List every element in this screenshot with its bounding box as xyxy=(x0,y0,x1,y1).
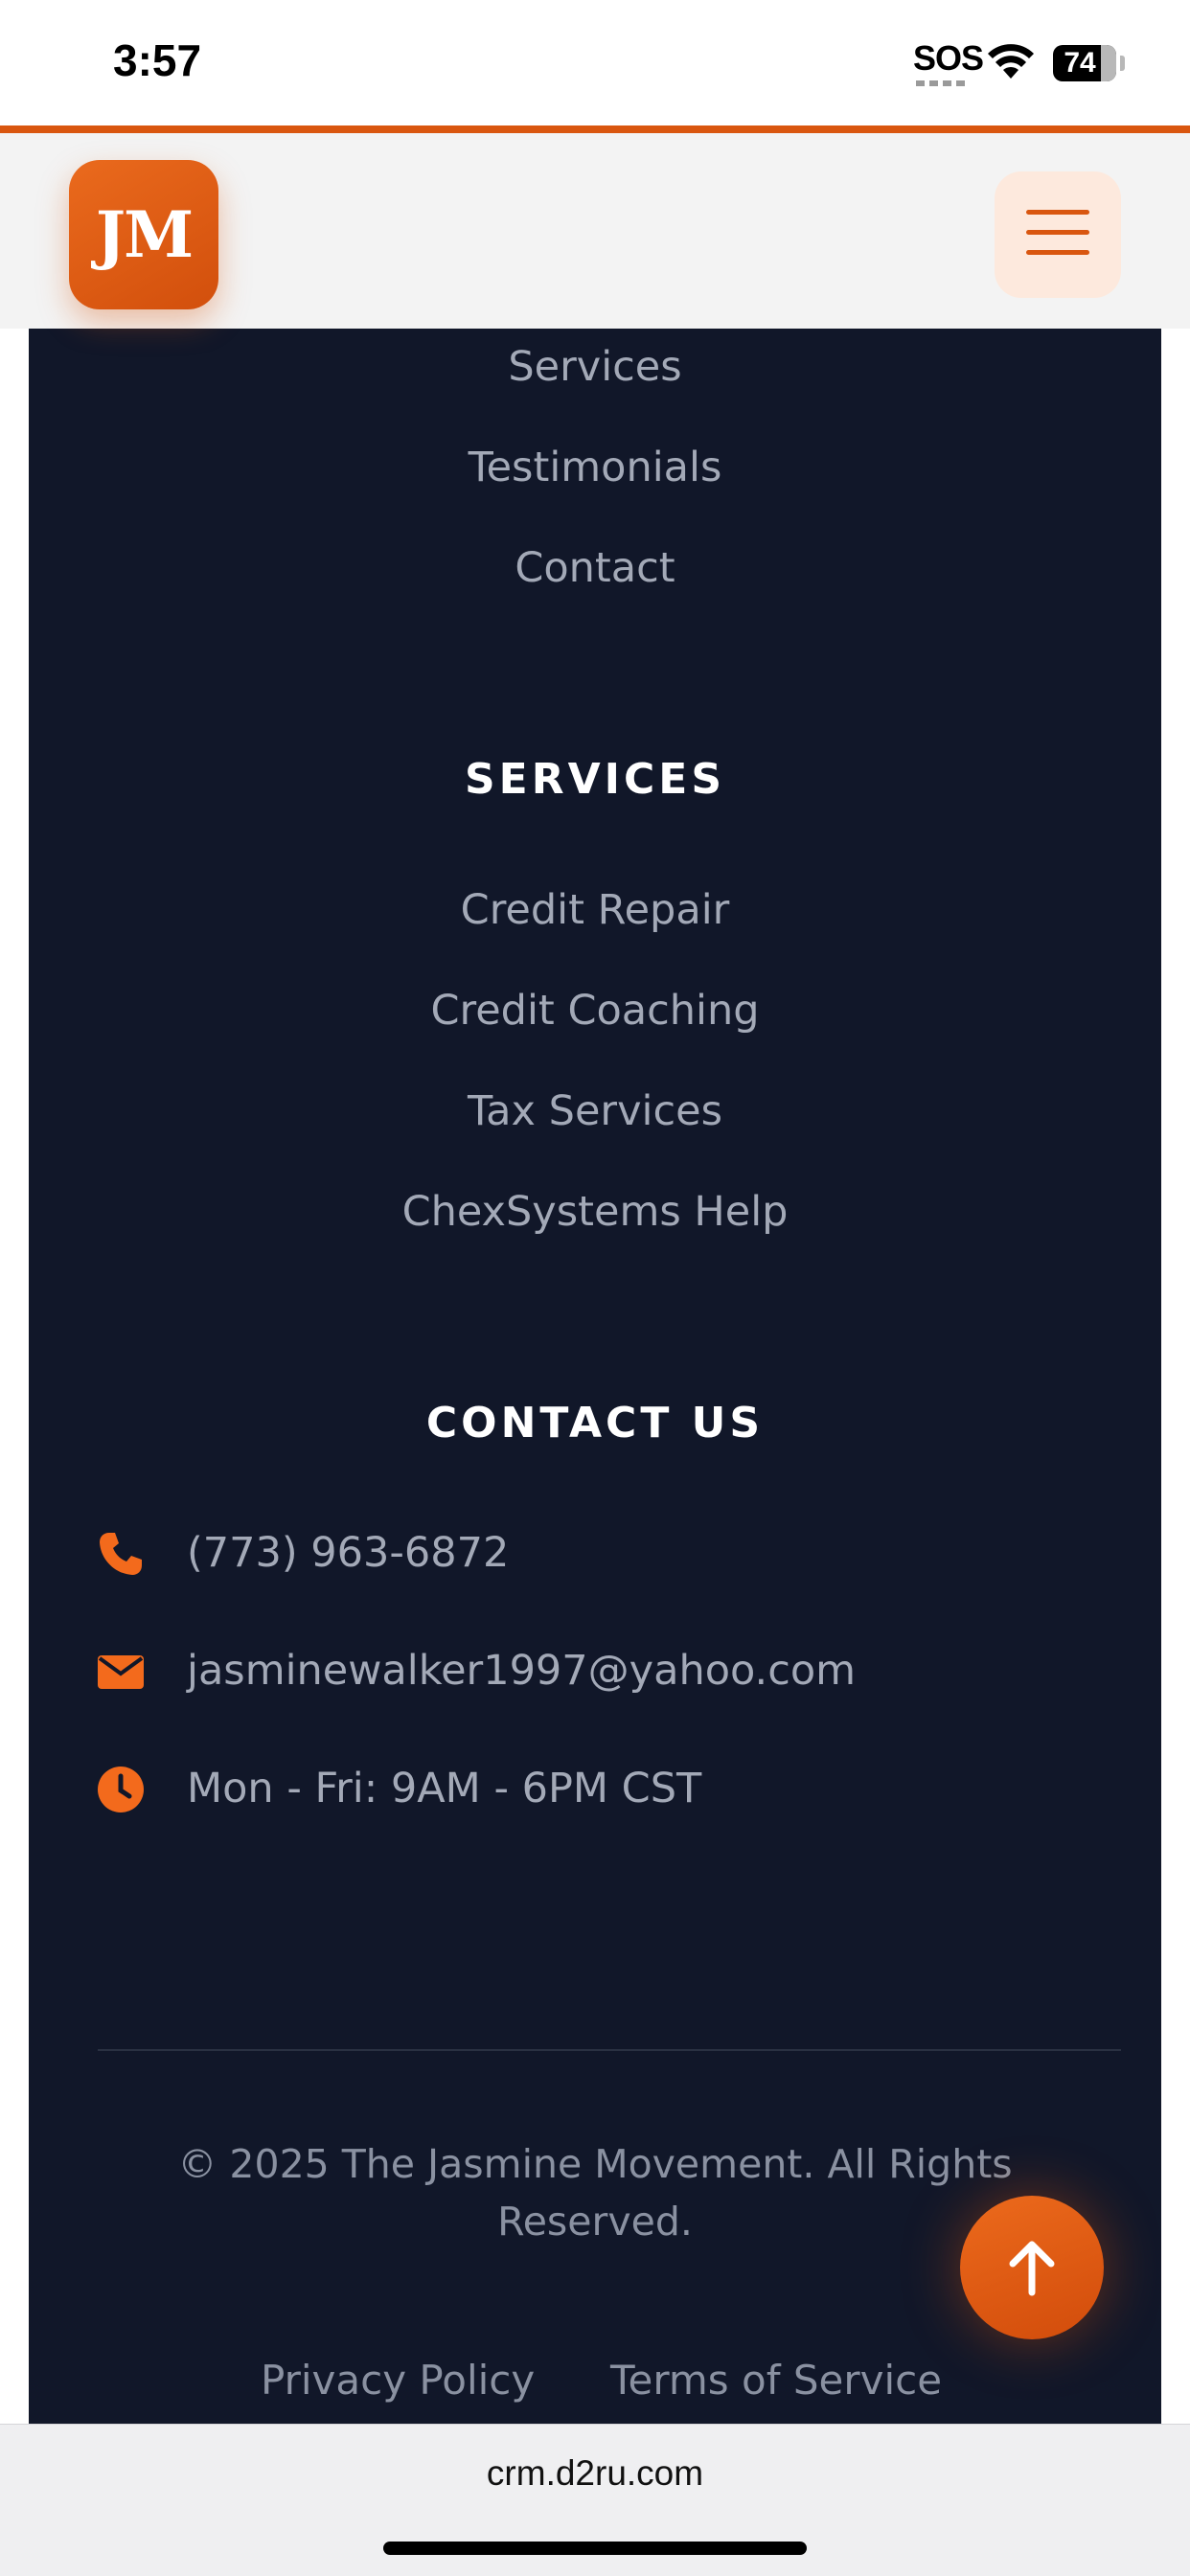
back-to-top-button[interactable] xyxy=(960,2196,1104,2339)
hamburger-line xyxy=(1026,250,1089,255)
phone-icon xyxy=(100,1533,142,1575)
envelope-icon xyxy=(98,1655,144,1689)
sos-indicator: SOS xyxy=(913,38,984,78)
site-header: JM xyxy=(0,125,1190,329)
copyright-text: © 2025 The Jasmine Movement. All Rights … xyxy=(177,2141,1013,2245)
footer-link-services[interactable]: Services xyxy=(29,338,1161,396)
signal-dots-icon xyxy=(916,80,968,86)
clock-icon xyxy=(98,1767,144,1812)
menu-button[interactable] xyxy=(995,171,1121,298)
battery-cap xyxy=(1120,56,1125,71)
services-heading: SERVICES xyxy=(464,755,726,804)
hamburger-line xyxy=(1026,230,1089,235)
footer-service-credit-coaching[interactable]: Credit Coaching xyxy=(29,982,1161,1039)
contact-hours-text: Mon - Fri: 9AM - 6PM CST xyxy=(187,1765,702,1812)
privacy-policy-link[interactable]: Privacy Policy xyxy=(261,2352,535,2409)
home-indicator[interactable] xyxy=(383,2542,807,2555)
site-footer: Services Testimonials Contact SERVICES C… xyxy=(29,329,1161,2424)
footer-divider xyxy=(98,2049,1121,2051)
browser-url[interactable]: crm.d2ru.com xyxy=(0,2453,1190,2494)
contact-heading: CONTACT US xyxy=(425,1399,765,1448)
contact-email-text[interactable]: jasminewalker1997@yahoo.com xyxy=(187,1637,856,1704)
footer-service-chexsystems-help[interactable]: ChexSystems Help xyxy=(29,1183,1161,1241)
contact-hours: Mon - Fri: 9AM - 6PM CST xyxy=(96,1755,1121,1822)
terms-of-service-link[interactable]: Terms of Service xyxy=(610,2352,942,2409)
contact-phone-text[interactable]: (773) 963-6872 xyxy=(187,1519,509,1586)
hamburger-menu-icon xyxy=(1026,210,1089,215)
footer-link-contact[interactable]: Contact xyxy=(29,539,1161,597)
arrow-up-icon xyxy=(1009,2241,1055,2296)
footer-link-testimonials[interactable]: Testimonials xyxy=(29,439,1161,496)
wifi-icon xyxy=(988,44,1034,79)
browser-bottom-bar: crm.d2ru.com xyxy=(0,2424,1190,2576)
footer-service-tax-services[interactable]: Tax Services xyxy=(29,1083,1161,1140)
footer-service-credit-repair[interactable]: Credit Repair xyxy=(29,881,1161,939)
contact-phone[interactable]: (773) 963-6872 xyxy=(96,1519,1121,1586)
contact-email[interactable]: jasminewalker1997@yahoo.com xyxy=(96,1637,1121,1704)
site-logo[interactable]: JM xyxy=(69,160,218,309)
status-bar: 3:57 SOS 74 xyxy=(0,0,1190,126)
status-time: 3:57 xyxy=(113,35,202,85)
battery-icon: 74 xyxy=(1053,45,1116,81)
battery-level: 74 xyxy=(1064,47,1096,79)
